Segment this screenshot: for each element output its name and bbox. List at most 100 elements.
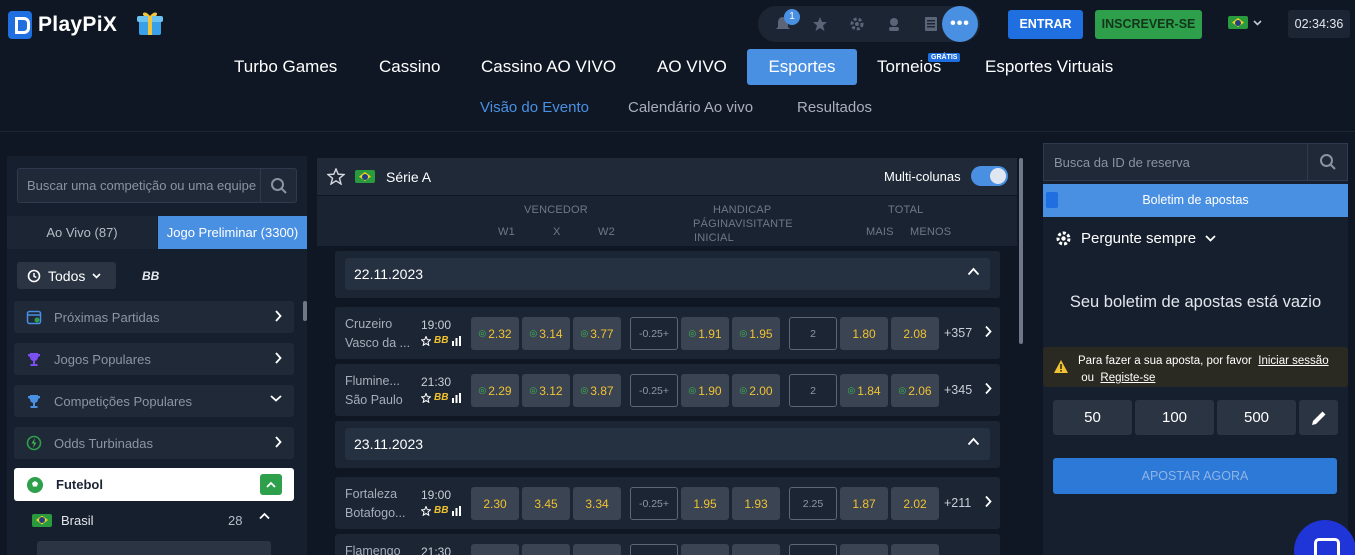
search-icon[interactable]: [260, 169, 296, 202]
favorite-star-icon[interactable]: [421, 392, 431, 403]
edit-stakes-button[interactable]: [1299, 400, 1338, 435]
odd-w1[interactable]: [471, 544, 519, 555]
chevron-right-icon[interactable]: [984, 495, 992, 508]
nav-turbo-games[interactable]: Turbo Games: [234, 49, 337, 85]
stats-icon[interactable]: [451, 335, 462, 346]
more-markets-count[interactable]: +357: [944, 326, 972, 340]
settings-gear-icon[interactable]: [838, 6, 875, 42]
odd-handicap-home[interactable]: ◎ 1.91: [681, 317, 729, 350]
nav-cassino-ao-vivo[interactable]: Cassino AO VIVO: [481, 49, 616, 85]
torneios-free-badge: GRÁTIS: [928, 53, 961, 62]
bet-builder-filter[interactable]: BB: [142, 269, 159, 283]
odd-over[interactable]: ◎ 1.84: [840, 374, 888, 407]
tab-live[interactable]: Ao Vivo (87): [7, 216, 157, 249]
favorite-star-icon[interactable]: [421, 505, 431, 516]
odd-w2[interactable]: [573, 544, 621, 555]
date-group-header[interactable]: 22.11.2023: [335, 251, 1000, 298]
odd-x[interactable]: 3.45: [522, 487, 570, 520]
notifications-icon[interactable]: 1: [764, 6, 801, 42]
multi-column-toggle[interactable]: [971, 166, 1008, 186]
language-selector[interactable]: [1228, 16, 1262, 29]
sidebar-item-competicoes[interactable]: Competições Populares: [14, 385, 294, 417]
odd-handicap-home[interactable]: ◎ 1.90: [681, 374, 729, 407]
nav-esportes[interactable]: Esportes: [747, 49, 857, 85]
stats-icon[interactable]: [451, 505, 462, 516]
odd-w1[interactable]: ◎ 2.32: [471, 317, 519, 350]
odd-x[interactable]: ◎ 3.14: [522, 317, 570, 350]
more-markets-count[interactable]: +211: [944, 496, 971, 510]
nav-cassino[interactable]: Cassino: [379, 49, 440, 85]
match-row[interactable]: Flamengo 21:30: [335, 534, 1000, 555]
sport-item-futebol[interactable]: Futebol: [14, 468, 294, 501]
odd-handicap-home[interactable]: [681, 544, 729, 555]
stake-100-button[interactable]: 100: [1135, 400, 1214, 435]
competition-search-input[interactable]: [18, 169, 263, 202]
subnav-calendario[interactable]: Calendário Ao vivo: [628, 99, 753, 117]
odd-under[interactable]: 2.02: [891, 487, 939, 520]
support-agent-icon[interactable]: [875, 6, 912, 42]
chevron-up-icon: [967, 437, 980, 446]
odd-x[interactable]: ◎ 3.12: [522, 374, 570, 407]
gift-icon[interactable]: [136, 9, 164, 37]
collapse-sport-button[interactable]: [260, 474, 282, 495]
favorite-star-icon[interactable]: [421, 335, 431, 346]
country-item-brasil[interactable]: Brasil: [32, 511, 282, 529]
logo[interactable]: PlayPiX: [8, 10, 117, 40]
sidebar-item-label: Próximas Partidas: [54, 309, 160, 325]
chevron-up-icon[interactable]: [259, 512, 270, 520]
odds-change-setting[interactable]: Pergunte sempre: [1055, 230, 1216, 247]
odd-handicap-away[interactable]: [732, 544, 780, 555]
odd-handicap-away[interactable]: ◎ 2.00: [732, 374, 780, 407]
match-row[interactable]: Cruzeiro Vasco da ... 19:00 BB ◎ 2.32 ◎ 3.…: [335, 307, 1000, 359]
odd-w1[interactable]: ◎ 2.29: [471, 374, 519, 407]
search-icon[interactable]: [1307, 144, 1347, 180]
subnav-visao-evento[interactable]: Visão do Evento: [480, 99, 589, 117]
odd-under[interactable]: [891, 544, 939, 555]
odd-x[interactable]: [522, 544, 570, 555]
booking-id-input[interactable]: [1044, 144, 1309, 180]
notification-badge: 1: [784, 9, 800, 25]
odd-w1[interactable]: 2.30: [471, 487, 519, 520]
date-group-header[interactable]: 23.11.2023: [335, 421, 1000, 468]
chevron-right-icon[interactable]: [984, 382, 992, 395]
odd-over[interactable]: 1.80: [840, 317, 888, 350]
stake-500-button[interactable]: 500: [1217, 400, 1296, 435]
login-link[interactable]: Iniciar sessão: [1258, 355, 1328, 367]
match-row[interactable]: Fortaleza Botafogo... 19:00 BB 2.30 3.45…: [335, 477, 1000, 529]
odd-w2[interactable]: ◎ 3.87: [573, 374, 621, 407]
more-markets-count[interactable]: +345: [944, 383, 972, 397]
login-button[interactable]: ENTRAR: [1008, 10, 1083, 39]
nav-ao-vivo[interactable]: AO VIVO: [657, 49, 727, 85]
odd-w2[interactable]: ◎ 3.77: [573, 317, 621, 350]
sidebar-scrollbar[interactable]: [303, 301, 307, 321]
sidebar-item-jogos-populares[interactable]: Jogos Populares: [14, 343, 294, 375]
nav-esportes-virtuais[interactable]: Esportes Virtuais: [985, 49, 1113, 85]
odd-over[interactable]: 1.87: [840, 487, 888, 520]
odd-handicap-away[interactable]: 1.93: [732, 487, 780, 520]
stats-icon[interactable]: [451, 392, 462, 403]
odd-handicap-home[interactable]: 1.95: [681, 487, 729, 520]
event-list-scrollbar[interactable]: [1019, 158, 1023, 344]
odd-over[interactable]: [840, 544, 888, 555]
match-icons: BB: [421, 335, 462, 346]
time-filter-dropdown[interactable]: Todos: [17, 262, 116, 289]
match-row[interactable]: Flumine... São Paulo 21:30 BB ◎ 2.29 ◎ 3.1…: [335, 364, 1000, 416]
more-menu-button[interactable]: •••: [942, 6, 978, 42]
subnav-resultados[interactable]: Resultados: [797, 99, 872, 117]
league-list-item[interactable]: [37, 541, 271, 555]
sidebar-item-proximas[interactable]: Próximas Partidas: [14, 301, 294, 333]
sidebar-item-odds-turbinadas[interactable]: Odds Turbinadas: [14, 427, 294, 459]
register-button[interactable]: INSCREVER-SE: [1095, 10, 1202, 39]
stake-50-button[interactable]: 50: [1053, 400, 1132, 435]
odd-under[interactable]: ◎ 2.06: [891, 374, 939, 407]
place-bet-button[interactable]: APOSTAR AGORA: [1053, 458, 1337, 494]
chevron-right-icon[interactable]: [984, 325, 992, 338]
odd-under[interactable]: 2.08: [891, 317, 939, 350]
betslip-tab[interactable]: Boletim de apostas: [1043, 184, 1348, 217]
register-link[interactable]: Registe-se: [1100, 372, 1155, 384]
tab-prematch[interactable]: Jogo Preliminar (3300): [158, 216, 307, 249]
odd-w2[interactable]: 3.34: [573, 487, 621, 520]
odd-handicap-away[interactable]: ◎ 1.95: [732, 317, 780, 350]
favorites-star-icon[interactable]: [801, 6, 838, 42]
favorite-star-icon[interactable]: [327, 168, 345, 185]
